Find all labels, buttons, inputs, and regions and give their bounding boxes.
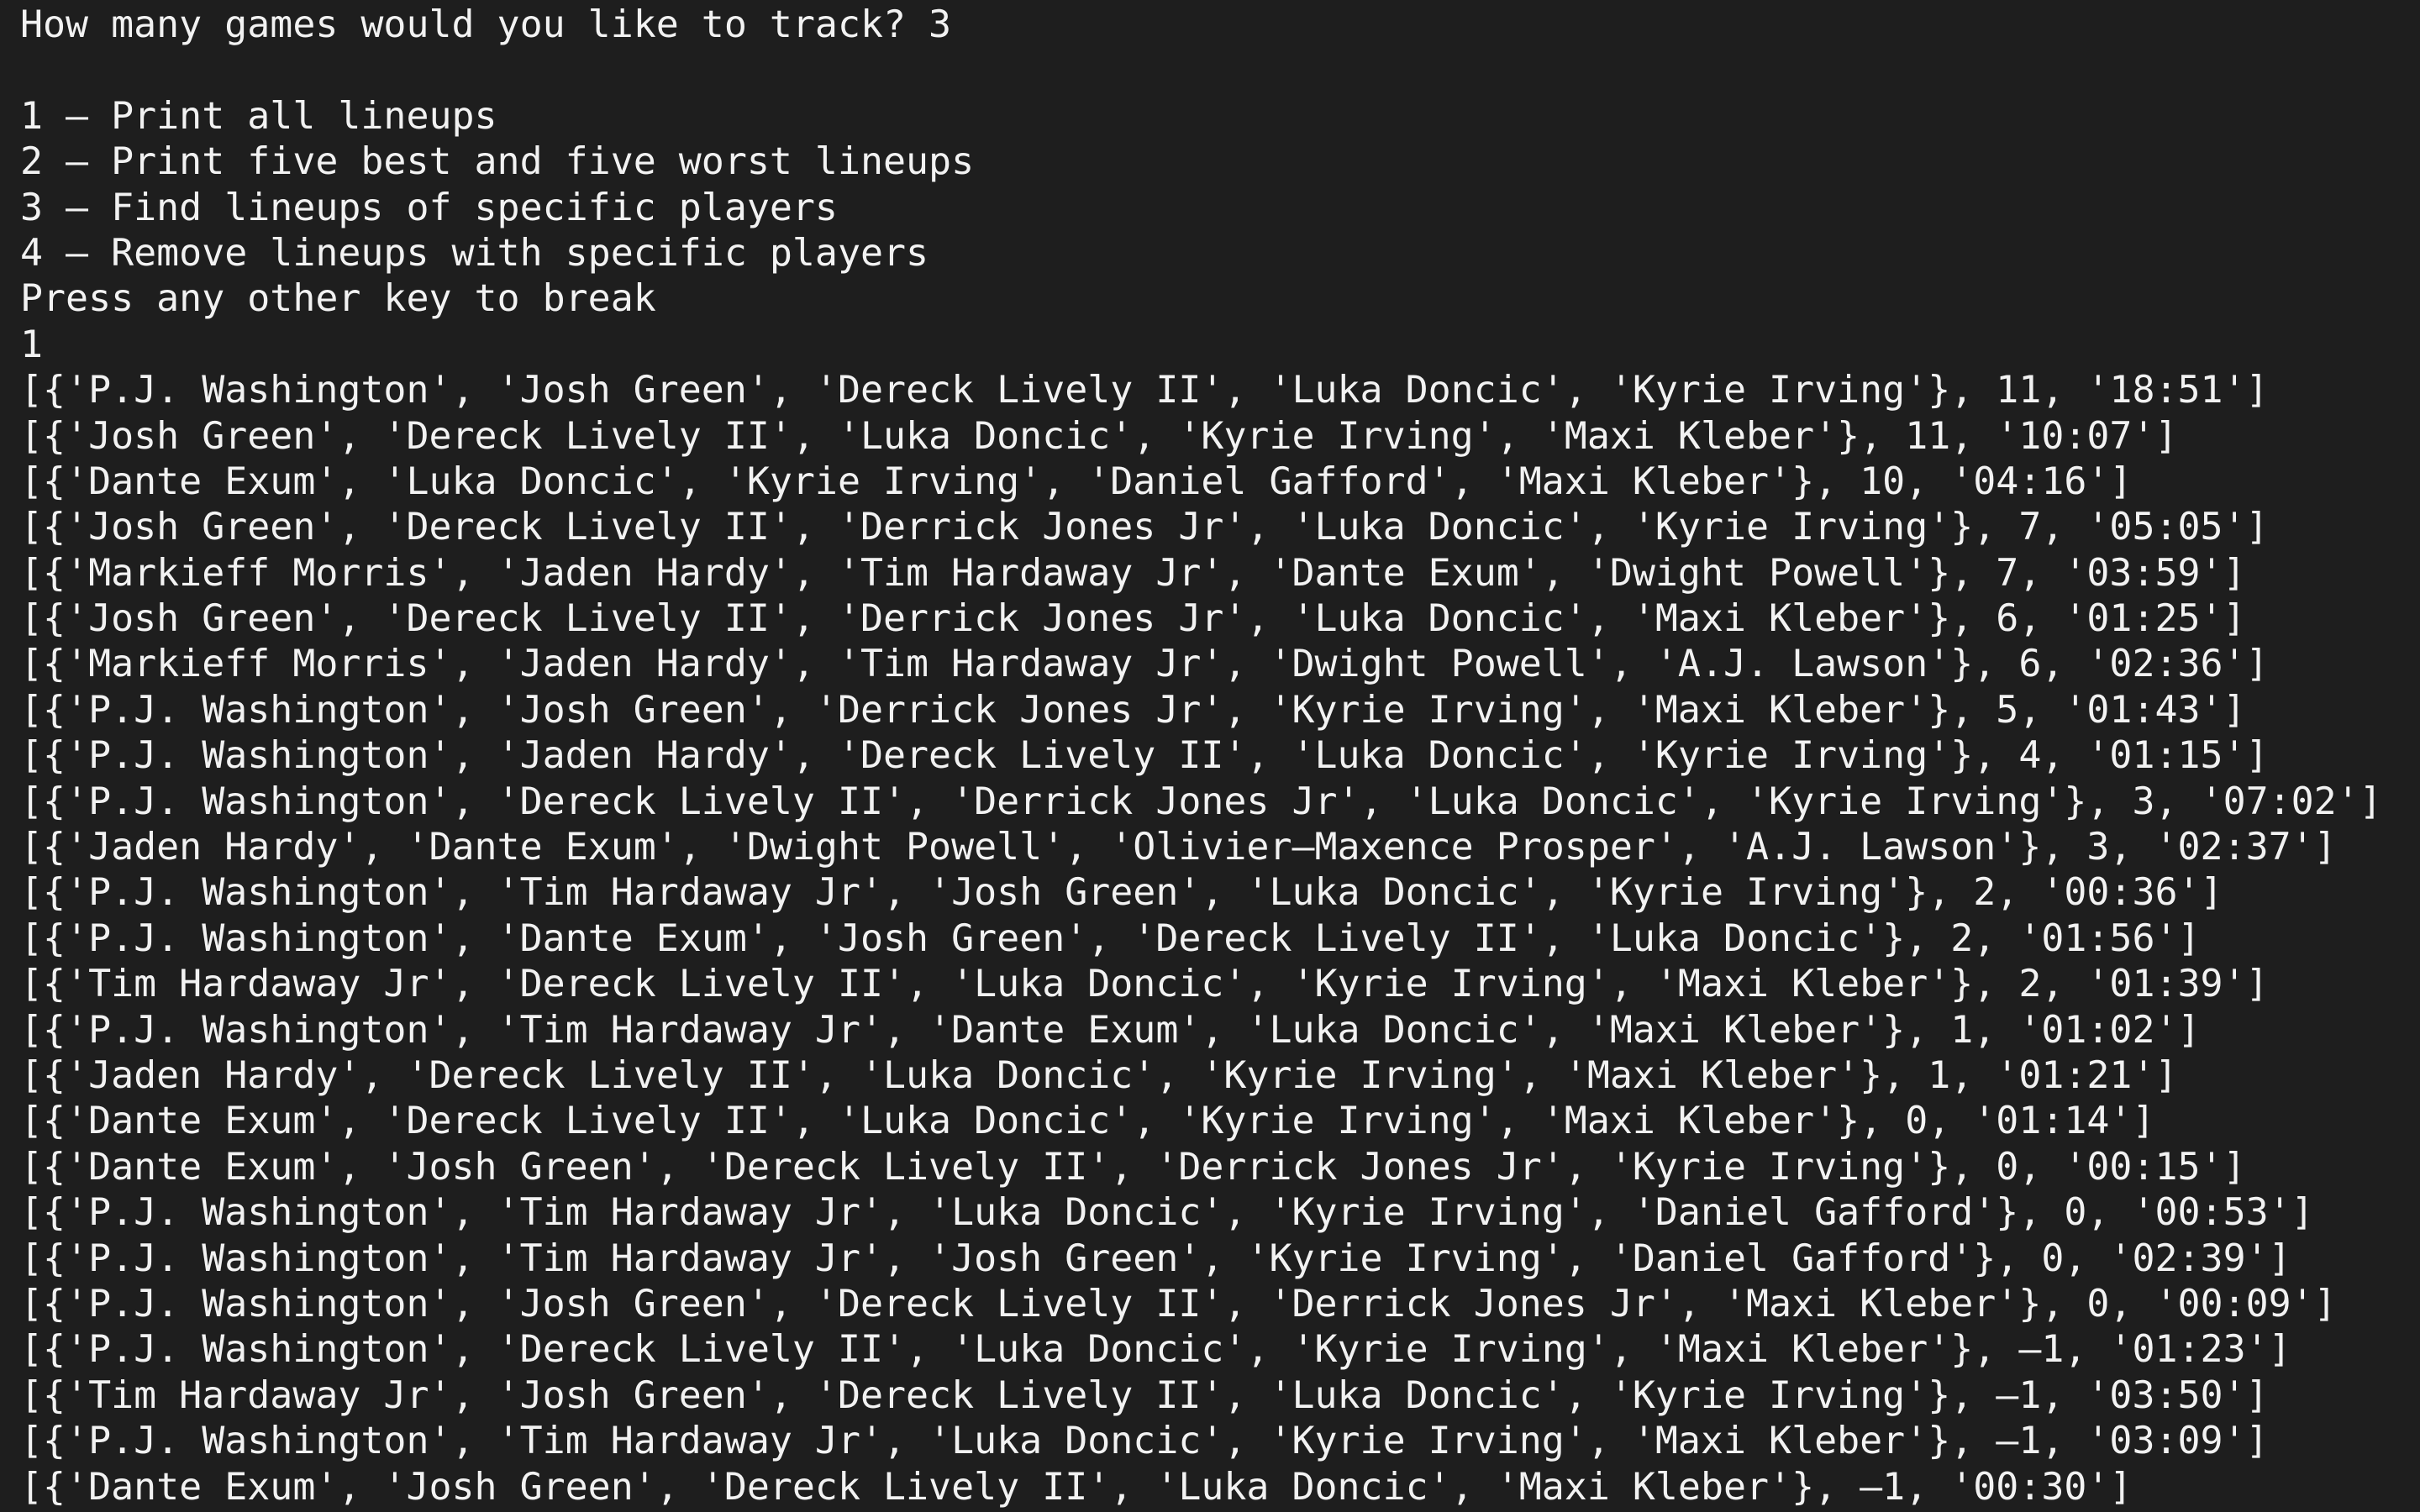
lineup-output-line: [{'P.J. Washington', 'Josh Green', 'Dere… xyxy=(20,1280,2337,1326)
lineup-output-line: [{'P.J. Washington', 'Tim Hardaway Jr', … xyxy=(20,869,2223,915)
lineup-output-line: [{'Josh Green', 'Dereck Lively II', 'Der… xyxy=(20,504,2269,549)
lineup-output-line: [{'P.J. Washington', 'Josh Green', 'Dere… xyxy=(20,367,2269,412)
lineup-output-line: [{'P.J. Washington', 'Dante Exum', 'Josh… xyxy=(20,915,2201,960)
lineup-output-line: [{'Jaden Hardy', 'Dante Exum', 'Dwight P… xyxy=(20,824,2337,869)
user-input-line: 1 xyxy=(20,321,44,366)
lineup-output-line: [{'Josh Green', 'Dereck Lively II', 'Der… xyxy=(20,596,2246,641)
lineup-output-line: [{'P.J. Washington', 'Josh Green', 'Derr… xyxy=(20,686,2246,732)
lineup-output-line: [{'Markieff Morris', 'Jaden Hardy', 'Tim… xyxy=(20,641,2269,686)
games-prompt: How many games would you like to track? … xyxy=(20,2,952,46)
terminal-window[interactable]: How many games would you like to track? … xyxy=(0,0,2420,1512)
lineup-output-line: [{'Tim Hardaway Jr', 'Dereck Lively II',… xyxy=(20,961,2269,1006)
lineup-output-line: [{'Dante Exum', 'Luka Doncic', 'Kyrie Ir… xyxy=(20,458,2133,503)
lineup-output-line: [{'P.J. Washington', 'Tim Hardaway Jr', … xyxy=(20,1006,2201,1052)
lineup-output: [{'P.J. Washington', 'Josh Green', 'Dere… xyxy=(20,367,2420,1509)
menu-option-print-all: 1 – Print all lineups xyxy=(20,92,497,138)
menu-option-remove-lineups: 4 – Remove lineups with specific players xyxy=(20,229,929,275)
lineup-output-line: [{'Dante Exum', 'Dereck Lively II', 'Luk… xyxy=(20,1098,2155,1143)
lineup-output-line: [{'P.J. Washington', 'Tim Hardaway Jr', … xyxy=(20,1189,2314,1235)
lineup-output-line: [{'P.J. Washington', 'Dereck Lively II',… xyxy=(20,1326,2291,1372)
lineup-output-line: [{'P.J. Washington', 'Dereck Lively II',… xyxy=(20,778,2382,823)
lineup-output-line: [{'P.J. Washington', 'Tim Hardaway Jr', … xyxy=(20,1418,2269,1463)
menu-option-find-lineups: 3 – Find lineups of specific players xyxy=(20,184,838,229)
lineup-output-line: [{'P.J. Washington', 'Tim Hardaway Jr', … xyxy=(20,1235,2291,1280)
lineup-output-line: [{'Dante Exum', 'Josh Green', 'Dereck Li… xyxy=(20,1463,2133,1509)
lineup-output-line: [{'Dante Exum', 'Josh Green', 'Dereck Li… xyxy=(20,1143,2246,1189)
menu-options: 1 – Print all lineups 2 – Print five bes… xyxy=(20,93,2420,322)
lineup-output-line: [{'Markieff Morris', 'Jaden Hardy', 'Tim… xyxy=(20,549,2246,595)
menu-option-best-worst: 2 – Print five best and five worst lineu… xyxy=(20,139,975,184)
lineup-output-line: [{'Josh Green', 'Dereck Lively II', 'Luk… xyxy=(20,412,2178,458)
lineup-output-line: [{'P.J. Washington', 'Jaden Hardy', 'Der… xyxy=(20,732,2269,778)
lineup-output-line: [{'Tim Hardaway Jr', 'Josh Green', 'Dere… xyxy=(20,1372,2269,1417)
lineup-output-line: [{'Jaden Hardy', 'Dereck Lively II', 'Lu… xyxy=(20,1052,2178,1097)
menu-option-break: Press any other key to break xyxy=(20,276,656,321)
